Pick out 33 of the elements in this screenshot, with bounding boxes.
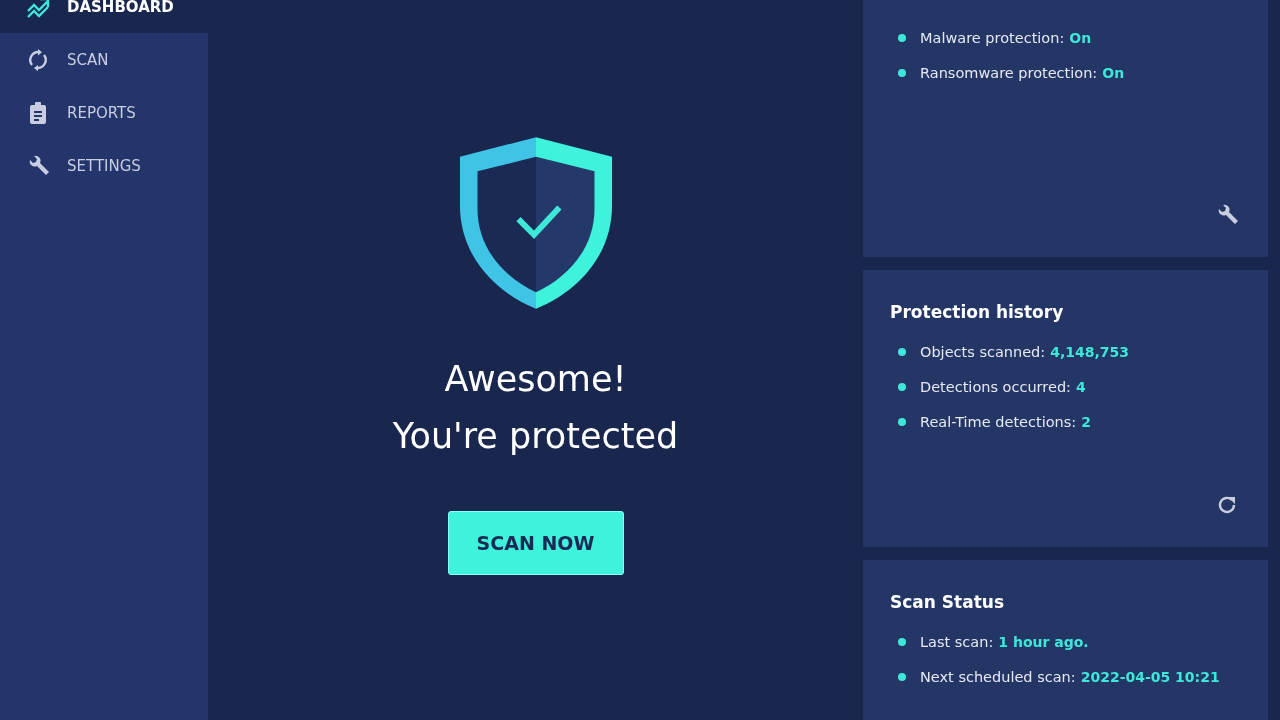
bullet-icon (898, 383, 906, 391)
scan-now-button[interactable]: SCAN NOW (447, 511, 624, 575)
stat-label: Next scheduled scan: (920, 669, 1076, 685)
sync-icon (26, 47, 50, 72)
stat-label: Real-Time detections: (920, 414, 1077, 430)
stat-value: On (1102, 65, 1125, 81)
stat-value: 2 (1081, 414, 1091, 430)
nav-item[interactable]: SCAN (0, 33, 208, 86)
stat-label: Objects scanned: (920, 344, 1046, 360)
stat-value: 4 (1075, 379, 1086, 395)
bullet-icon (898, 34, 906, 42)
stat-value: 1 hour ago. (998, 634, 1089, 650)
nav-item[interactable]: REPORTS (0, 86, 208, 139)
bullet-icon (898, 638, 906, 646)
bullet-icon (898, 69, 906, 77)
shield-check-icon (457, 135, 614, 311)
nav-item[interactable]: SETTINGS (0, 139, 208, 192)
bullet-icon (898, 348, 906, 356)
status-message: You're protected (392, 415, 679, 458)
stat-label: Malware protection: (920, 30, 1065, 46)
bullet-icon (898, 418, 906, 426)
stat-value: 2022-04-05 10:21 (1080, 669, 1220, 685)
card-title: Scan Status (890, 592, 1005, 612)
status-headline: Awesome! (444, 358, 627, 401)
stat-label: Ransomware protection: (920, 65, 1098, 81)
card-title: Protection history (890, 302, 1065, 322)
bullet-icon (898, 673, 906, 681)
stat-value: 4,148,753 (1050, 344, 1130, 360)
stat-label: Detections occurred: (920, 379, 1071, 395)
nav-item[interactable]: DASHBOARD (0, 0, 208, 33)
stat-label: Last scan: (920, 634, 994, 650)
stat-value: On (1069, 30, 1092, 46)
trend-icon (26, 0, 50, 19)
